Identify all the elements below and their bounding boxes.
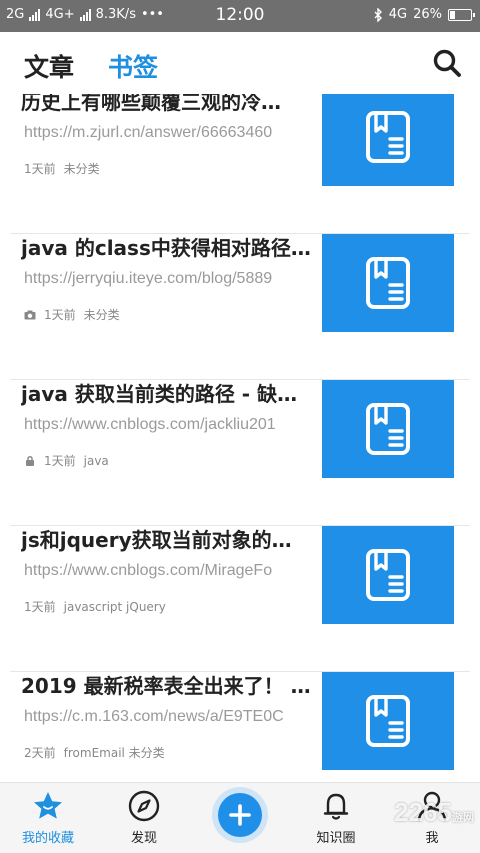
compass-icon	[128, 790, 160, 822]
item-thumbnail[interactable]	[322, 94, 454, 186]
item-meta: 1天前 javascript jQuery	[24, 598, 166, 615]
list-item[interactable]: 2019 最新税率表全出来了！ … https://c.m.163.com/new…	[10, 672, 470, 782]
list-item[interactable]: js和jquery获取当前对象的子… https://www.cnblogs.co…	[10, 526, 470, 672]
item-title: 历史上有哪些颠覆三观的冷…	[21, 94, 281, 114]
app-header: 文章 书签	[0, 32, 480, 94]
item-title: 2019 最新税率表全出来了！ …	[21, 674, 311, 698]
item-title: java 获取当前类的路径 - 缺…	[21, 382, 298, 406]
list-item[interactable]: java 获取当前类的路径 - 缺… https://www.cnblogs.co…	[10, 380, 470, 526]
network-right-label: 4G	[388, 7, 408, 22]
item-category: java	[83, 453, 109, 468]
star-icon	[34, 792, 62, 819]
bookmark-doc-icon	[366, 403, 410, 455]
item-category: 未分类	[83, 308, 120, 322]
item-url: https://m.zjurl.cn/answer/66663460	[24, 124, 273, 141]
list-item[interactable]: 历史上有哪些颠覆三观的冷… https://m.zjurl.cn/answer/6…	[10, 94, 470, 234]
item-title: js和jquery获取当前对象的子…	[21, 528, 311, 552]
item-url: https://www.cnblogs.com/jackliu201	[24, 416, 276, 433]
item-time: 1天前	[24, 600, 56, 614]
lock-icon	[26, 455, 34, 466]
item-meta: 2天前 fromEmail 未分类	[24, 744, 165, 761]
watermark-sub: 游网	[452, 812, 474, 824]
item-thumbnail[interactable]	[322, 672, 454, 770]
add-button-inner	[218, 793, 262, 837]
bookmark-doc-icon	[366, 549, 410, 601]
item-time: 1天前	[44, 308, 76, 322]
item-thumbnail[interactable]	[322, 234, 454, 332]
item-url: https://www.cnblogs.com/MirageFo	[24, 562, 273, 579]
bookmark-doc-icon	[366, 257, 410, 309]
bookmark-list: 历史上有哪些颠覆三观的冷… https://m.zjurl.cn/answer/6…	[0, 94, 480, 782]
search-icon[interactable]	[432, 48, 462, 78]
nav-me-label: 我	[425, 831, 439, 846]
item-title: java 的class中获得相对路径…	[21, 236, 311, 260]
tab-bookmarks[interactable]: 书签	[108, 48, 158, 84]
nav-discover-label: 发现	[130, 831, 157, 846]
status-bar: 2G 4G+ 8.3K/s ••• 12:00 4G 26%	[0, 0, 480, 32]
item-thumbnail[interactable]	[322, 526, 454, 624]
battery-percent: 26%	[413, 7, 442, 22]
item-category: 未分类	[63, 162, 100, 176]
watermark-main: 2265	[394, 797, 452, 827]
tab-articles[interactable]: 文章	[24, 48, 74, 84]
item-meta: 1天前 未分类	[24, 306, 120, 323]
bell-icon	[323, 793, 349, 820]
nav-knowledge[interactable]: 知识圈	[296, 789, 376, 846]
item-thumbnail[interactable]	[322, 380, 454, 478]
item-url: https://c.m.163.com/news/a/E9TE0C	[24, 708, 284, 725]
item-category: javascript jQuery	[63, 599, 166, 614]
nav-favorites[interactable]: 我的收藏	[8, 789, 88, 846]
nav-favorites-label: 我的收藏	[21, 831, 74, 846]
status-right: 4G 26%	[373, 7, 475, 22]
bluetooth-icon	[374, 7, 382, 22]
item-time: 1天前	[24, 162, 56, 176]
item-meta: 1天前 java	[24, 452, 109, 469]
nav-discover[interactable]: 发现	[104, 789, 184, 846]
item-time: 2天前	[24, 746, 56, 760]
item-url: https://jerryqiu.iteye.com/blog/5889	[24, 270, 273, 287]
list-item[interactable]: java 的class中获得相对路径… https://jerryqiu.itey…	[10, 234, 470, 380]
bookmark-doc-icon	[366, 111, 410, 163]
add-button[interactable]	[212, 787, 268, 843]
nav-knowledge-label: 知识圈	[316, 831, 356, 846]
bottom-nav: 我的收藏 发现 知识圈 我 2265游网	[0, 782, 480, 853]
item-time: 1天前	[44, 454, 76, 468]
camera-icon	[24, 310, 36, 319]
battery-icon	[448, 8, 475, 21]
item-meta: 1天前 未分类	[24, 160, 100, 177]
bookmark-doc-icon	[366, 695, 410, 747]
item-category: fromEmail 未分类	[63, 746, 165, 760]
watermark-logo: 2265游网	[394, 797, 474, 828]
plus-icon	[229, 804, 251, 826]
